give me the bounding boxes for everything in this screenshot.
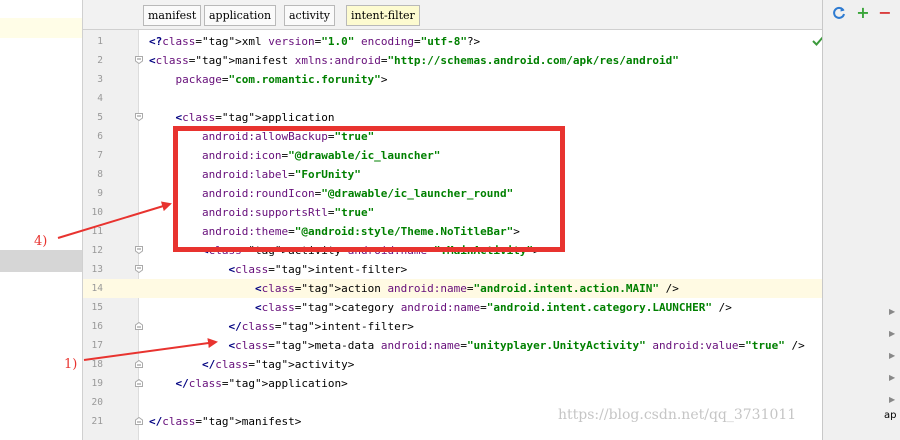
annotation-arrow-4	[57, 201, 172, 239]
annotation-arrows	[57, 201, 218, 361]
watermark: https://blog.csdn.net/qq_3731011	[558, 407, 797, 423]
annotation-arrow-1	[83, 338, 218, 361]
